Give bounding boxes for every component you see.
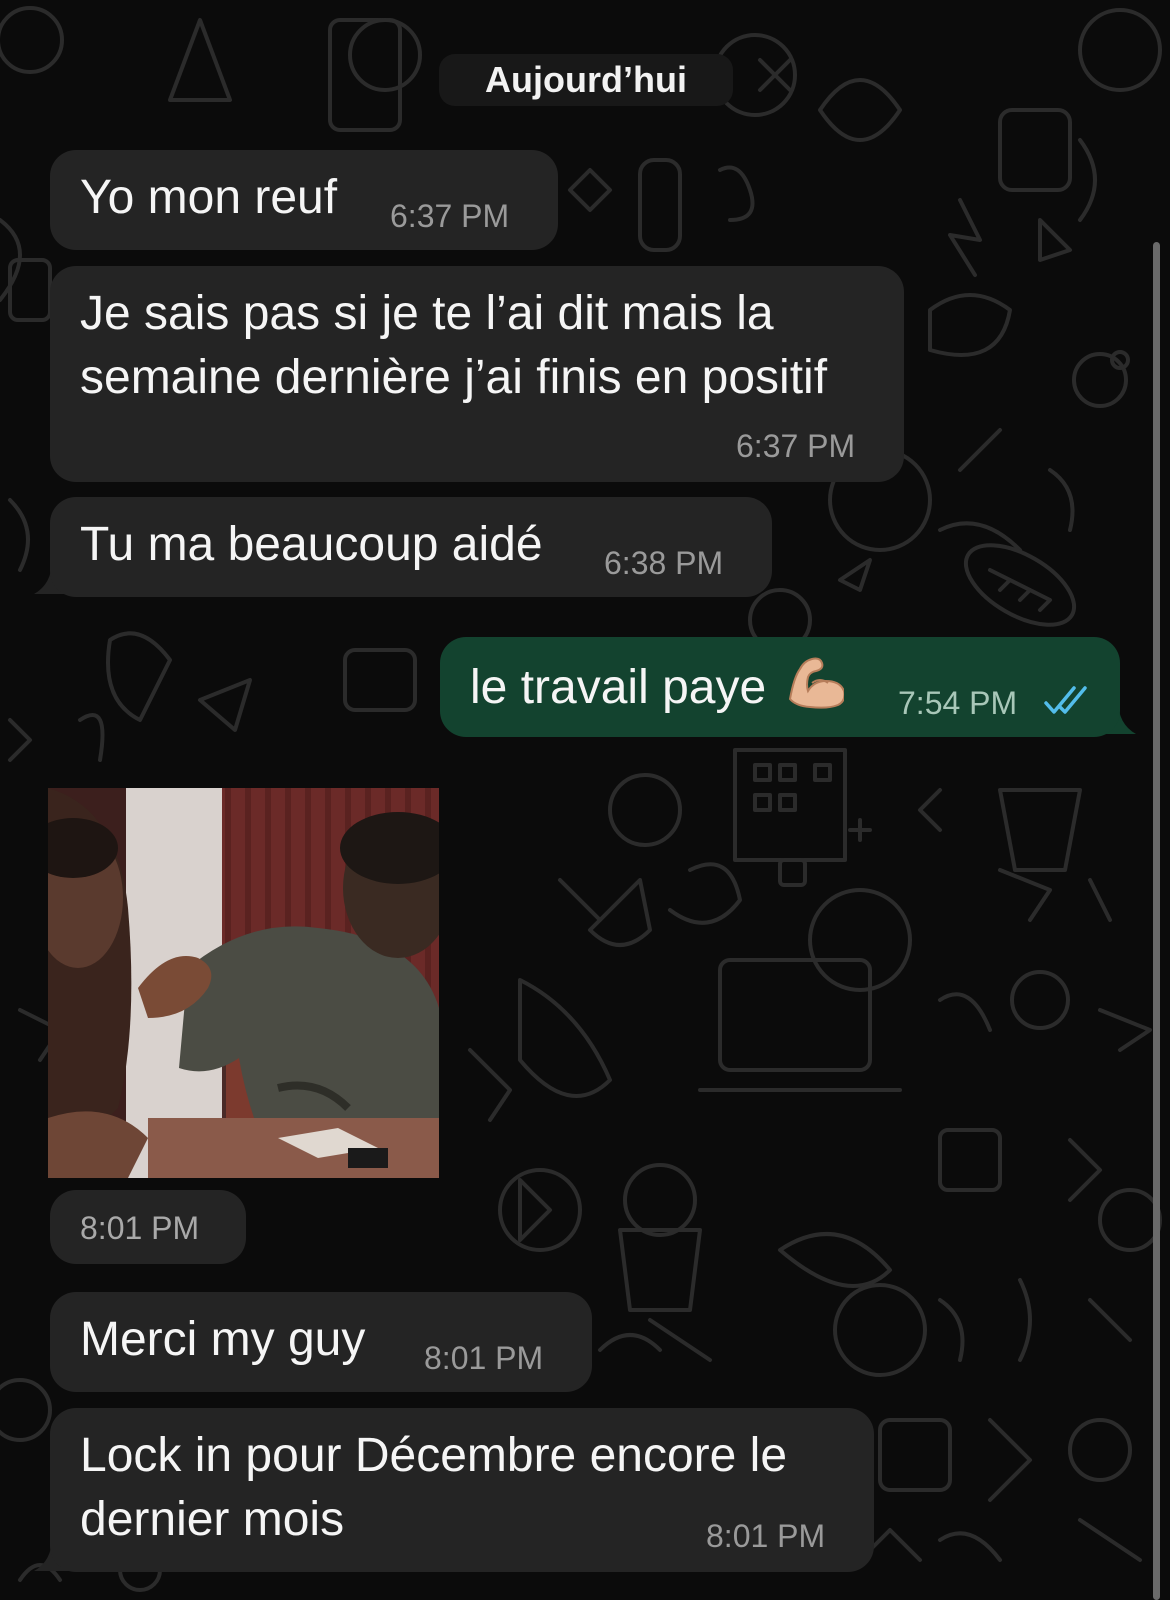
message-bubble[interactable]: Tu ma beaucoup aidé 6:38 PM <box>50 497 772 597</box>
image-message[interactable] <box>48 788 439 1178</box>
photo-content <box>48 788 439 1178</box>
message-text: dernier mois <box>80 1493 345 1546</box>
message-text: Merci my guy <box>80 1313 366 1366</box>
date-separator: Aujourd’hui <box>439 54 733 106</box>
flexed-biceps-icon <box>784 653 846 709</box>
message-time: 7:54 PM <box>898 685 1018 721</box>
message-time: 6:38 PM <box>604 545 724 581</box>
message-text: le travail paye <box>470 653 846 720</box>
message-time: 8:01 PM <box>80 1210 200 1246</box>
read-receipt-double-check-icon <box>1044 686 1087 714</box>
message-text-content: le travail paye <box>470 661 767 714</box>
scrollbar[interactable] <box>1153 242 1160 1600</box>
message-time: 8:01 PM <box>424 1340 544 1376</box>
message-text: semaine dernière j’ai finis en positif <box>80 351 828 404</box>
message-bubble[interactable]: Je sais pas si je te l’ai dit mais la se… <box>50 266 904 482</box>
message-bubble[interactable]: Lock in pour Décembre encore le dernier … <box>50 1408 874 1572</box>
message-bubble-outgoing[interactable]: le travail paye 7:54 PM <box>440 637 1120 737</box>
message-time: 6:37 PM <box>390 198 510 234</box>
message-bubble[interactable]: Merci my guy 8:01 PM <box>50 1292 592 1392</box>
message-text: Tu ma beaucoup aidé <box>80 518 543 571</box>
message-time: 8:01 PM <box>706 1518 826 1554</box>
message-bubble[interactable]: Yo mon reuf 6:37 PM <box>50 150 558 250</box>
message-text: Lock in pour Décembre encore le <box>80 1429 788 1482</box>
message-text: Je sais pas si je te l’ai dit mais la <box>80 287 774 340</box>
chat-view: Aujourd’hui Yo mon reuf 6:37 PM Je sais … <box>0 0 1170 1600</box>
image-time-badge: 8:01 PM <box>50 1190 246 1264</box>
message-text: Yo mon reuf <box>80 171 338 224</box>
message-time: 6:37 PM <box>736 428 856 464</box>
